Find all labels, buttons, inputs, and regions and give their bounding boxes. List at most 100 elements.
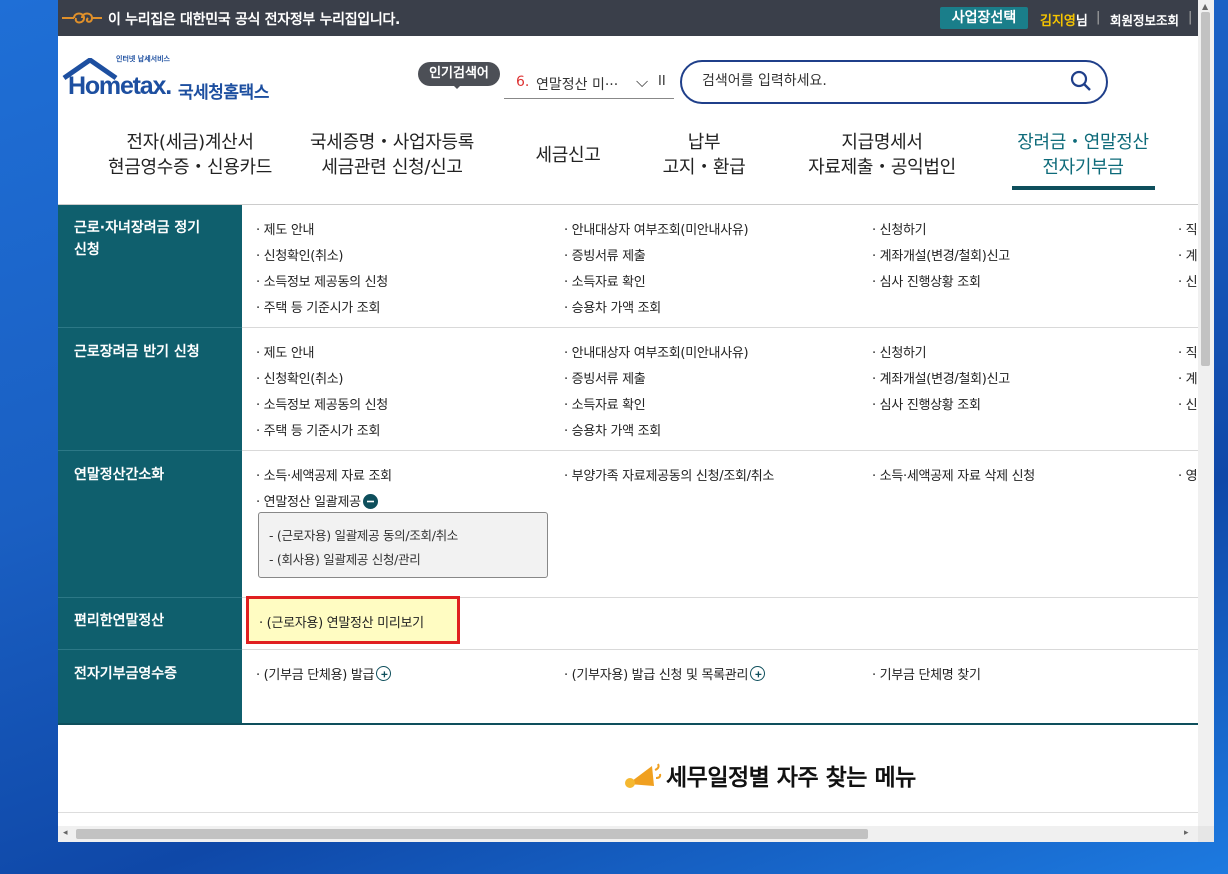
nav-label: 전자(세금)계산서	[126, 132, 254, 153]
menu-item[interactable]: · 안내대상자 여부조회(미안내사유)	[564, 342, 749, 361]
divider	[58, 812, 1198, 813]
menu-item[interactable]: · 소득자료 확인	[564, 271, 646, 290]
menu-item[interactable]: · 계	[1178, 368, 1198, 387]
menu-item-preview[interactable]: · (근로자용) 연말정산 미리보기	[259, 612, 424, 631]
popular-search-dropdown[interactable]: 6. 연말정산 미··· ⌵ II	[504, 70, 674, 99]
menu-item[interactable]: · 계좌개설(변경/철회)신고	[872, 245, 1010, 264]
logo-wordmark: Hometax.	[68, 72, 172, 100]
vertical-scrollbar[interactable]: ▲	[1198, 0, 1214, 826]
search-box	[680, 60, 1108, 104]
logo-korean: 국세청홈택스	[178, 83, 269, 103]
search-icon[interactable]	[1070, 70, 1092, 92]
menu-item[interactable]: · 소득자료 확인	[564, 394, 646, 413]
nav-statement[interactable]: 지급명세서 자료제출・공익법인	[792, 130, 972, 180]
menu-item[interactable]: · 계	[1178, 245, 1198, 264]
divider	[58, 649, 242, 650]
expand-icon[interactable]	[376, 666, 392, 681]
menu-item[interactable]: · 주택 등 기준시가 조회	[256, 420, 380, 439]
menu-item[interactable]: · 소득정보 제공동의 신청	[256, 394, 388, 413]
search-input[interactable]	[700, 72, 1064, 90]
menu-item[interactable]: · 소득·세액공제 자료 삭제 신청	[872, 465, 1035, 484]
menu-item[interactable]: · 기부금 단체명 찾기	[872, 664, 981, 683]
nav-e-invoice[interactable]: 전자(세금)계산서 현금영수증・신용카드	[80, 130, 300, 180]
menu-item[interactable]: · 신청확인(취소)	[256, 245, 343, 264]
business-select-button[interactable]: 사업장선택	[940, 7, 1028, 29]
menu-item[interactable]: · 심사 진행상황 조회	[872, 394, 981, 413]
nav-label: 현금영수증・신용카드	[107, 157, 273, 178]
user-name[interactable]: 김지영	[1040, 14, 1076, 29]
menu-item[interactable]: · 증빙서류 제출	[564, 245, 646, 264]
scroll-thumb[interactable]	[76, 829, 868, 839]
collapse-icon[interactable]	[362, 494, 378, 509]
nav-label: 고지・환급	[662, 157, 746, 178]
bell-icon	[625, 763, 662, 788]
nav-payment[interactable]: 납부 고지・환급	[644, 130, 764, 180]
menu-item[interactable]: · 신	[1178, 394, 1198, 413]
hometax-logo[interactable]: 인터넷 납세서비스 Hometax. 국세청홈택스	[60, 55, 290, 108]
nav-tax-return[interactable]: 세금신고	[518, 143, 618, 168]
menu-item[interactable]: · 신	[1178, 271, 1198, 290]
menu-item[interactable]: · 영	[1178, 465, 1198, 484]
menu-item[interactable]: · 소득·세액공제 자료 조회	[256, 465, 392, 484]
submenu-item-company[interactable]: - (회사용) 일괄제공 신청/관리	[269, 549, 421, 568]
gov-banner: 이 누리집은 대한민국 공식 전자정부 누리집입니다. 사업장선택 김지영님 |…	[58, 0, 1214, 36]
menu-item[interactable]: · 증빙서류 제출	[564, 368, 646, 387]
divider: |	[1188, 10, 1193, 25]
nav-incentive[interactable]: 장려금・연말정산 전자기부금	[998, 130, 1168, 180]
menu-item[interactable]: · 승용차 가액 조회	[564, 297, 661, 316]
menu-item-donor[interactable]: · (기부자용) 발급 신청 및 목록관리	[564, 664, 766, 683]
scrollbar-corner	[1198, 826, 1214, 842]
category-simplified-service[interactable]: 연말정산간소화	[74, 464, 164, 486]
nav-label: 지급명세서	[841, 132, 923, 153]
scroll-thumb[interactable]	[1201, 12, 1210, 366]
divider	[58, 450, 242, 451]
pause-icon[interactable]: II	[658, 74, 666, 89]
popular-search-tag: 인기검색어	[418, 62, 500, 89]
menu-item[interactable]: · 제도 안내	[256, 342, 314, 361]
active-nav-indicator	[1012, 186, 1155, 190]
divider	[58, 597, 242, 598]
divider: |	[1096, 10, 1101, 25]
menu-item[interactable]: · 심사 진행상황 조회	[872, 271, 981, 290]
menu-item[interactable]: · 주택 등 기준시가 조회	[256, 297, 380, 316]
logo-subtitle: 인터넷 납세서비스	[116, 55, 170, 63]
menu-item[interactable]: · 신청하기	[872, 219, 927, 238]
nav-label: 전자기부금	[1042, 157, 1124, 178]
chevron-down-icon[interactable]: ⌵	[636, 72, 648, 92]
nav-label: 자료제출・공익법인	[808, 157, 956, 178]
category-label: 근로·자녀장려금 정기	[74, 220, 201, 236]
menu-item[interactable]: · 직	[1178, 342, 1198, 361]
nav-label: 장려금・연말정산	[1017, 132, 1149, 153]
popular-keyword[interactable]: 연말정산 미···	[536, 74, 618, 94]
highlight-box: · (근로자용) 연말정산 미리보기	[246, 596, 460, 644]
menu-item[interactable]: · 계좌개설(변경/철회)신고	[872, 368, 1010, 387]
menu-item[interactable]: · 부양가족 자료제공동의 신청/조회/취소	[564, 465, 774, 484]
horizontal-scrollbar[interactable]: ◂ ▸	[58, 826, 1198, 842]
nav-certificate[interactable]: 국세증명・사업자등록 세금관련 신청/신고	[292, 130, 492, 180]
scroll-left-icon[interactable]: ◂	[63, 828, 68, 838]
category-convenient-settlement[interactable]: 편리한연말정산	[74, 610, 164, 632]
menu-item[interactable]: · 직	[1178, 219, 1198, 238]
menu-item[interactable]: · 신청확인(취소)	[256, 368, 343, 387]
category-half-year[interactable]: 근로장려금 반기 신청	[74, 341, 200, 363]
menu-item-label: · (기부금 단체용) 발급	[256, 668, 375, 683]
member-info-link[interactable]: 회원정보조회	[1110, 10, 1179, 29]
nav-label: 세금관련 신청/신고	[321, 157, 463, 178]
expand-icon[interactable]	[750, 666, 766, 681]
menu-item[interactable]: · 소득정보 제공동의 신청	[256, 271, 388, 290]
mega-menu: 근로·자녀장려금 정기 신청 근로장려금 반기 신청 연말정산간소화 편리한연말…	[58, 205, 1198, 725]
user-greeting: 김지영님	[1040, 10, 1088, 29]
scroll-right-icon[interactable]: ▸	[1184, 828, 1189, 838]
menu-item[interactable]: · 제도 안내	[256, 219, 314, 238]
gov-notice-text: 이 누리집은 대한민국 공식 전자정부 누리집입니다.	[108, 12, 401, 28]
category-regular-incentive[interactable]: 근로·자녀장려금 정기 신청	[74, 217, 200, 261]
menu-item[interactable]: · 승용차 가액 조회	[564, 420, 661, 439]
submenu-item-employee[interactable]: - (근로자용) 일괄제공 동의/조회/취소	[269, 525, 458, 544]
menu-item-label: · (기부자용) 발급 신청 및 목록관리	[564, 668, 749, 683]
scroll-up-icon[interactable]: ▲	[1202, 2, 1208, 11]
menu-item-donation-org[interactable]: · (기부금 단체용) 발급	[256, 664, 392, 683]
menu-item[interactable]: · 안내대상자 여부조회(미안내사유)	[564, 219, 749, 238]
category-e-donation[interactable]: 전자기부금영수증	[74, 663, 177, 685]
menu-item-batch-provide[interactable]: · 연말정산 일괄제공	[256, 491, 378, 510]
menu-item[interactable]: · 신청하기	[872, 342, 927, 361]
